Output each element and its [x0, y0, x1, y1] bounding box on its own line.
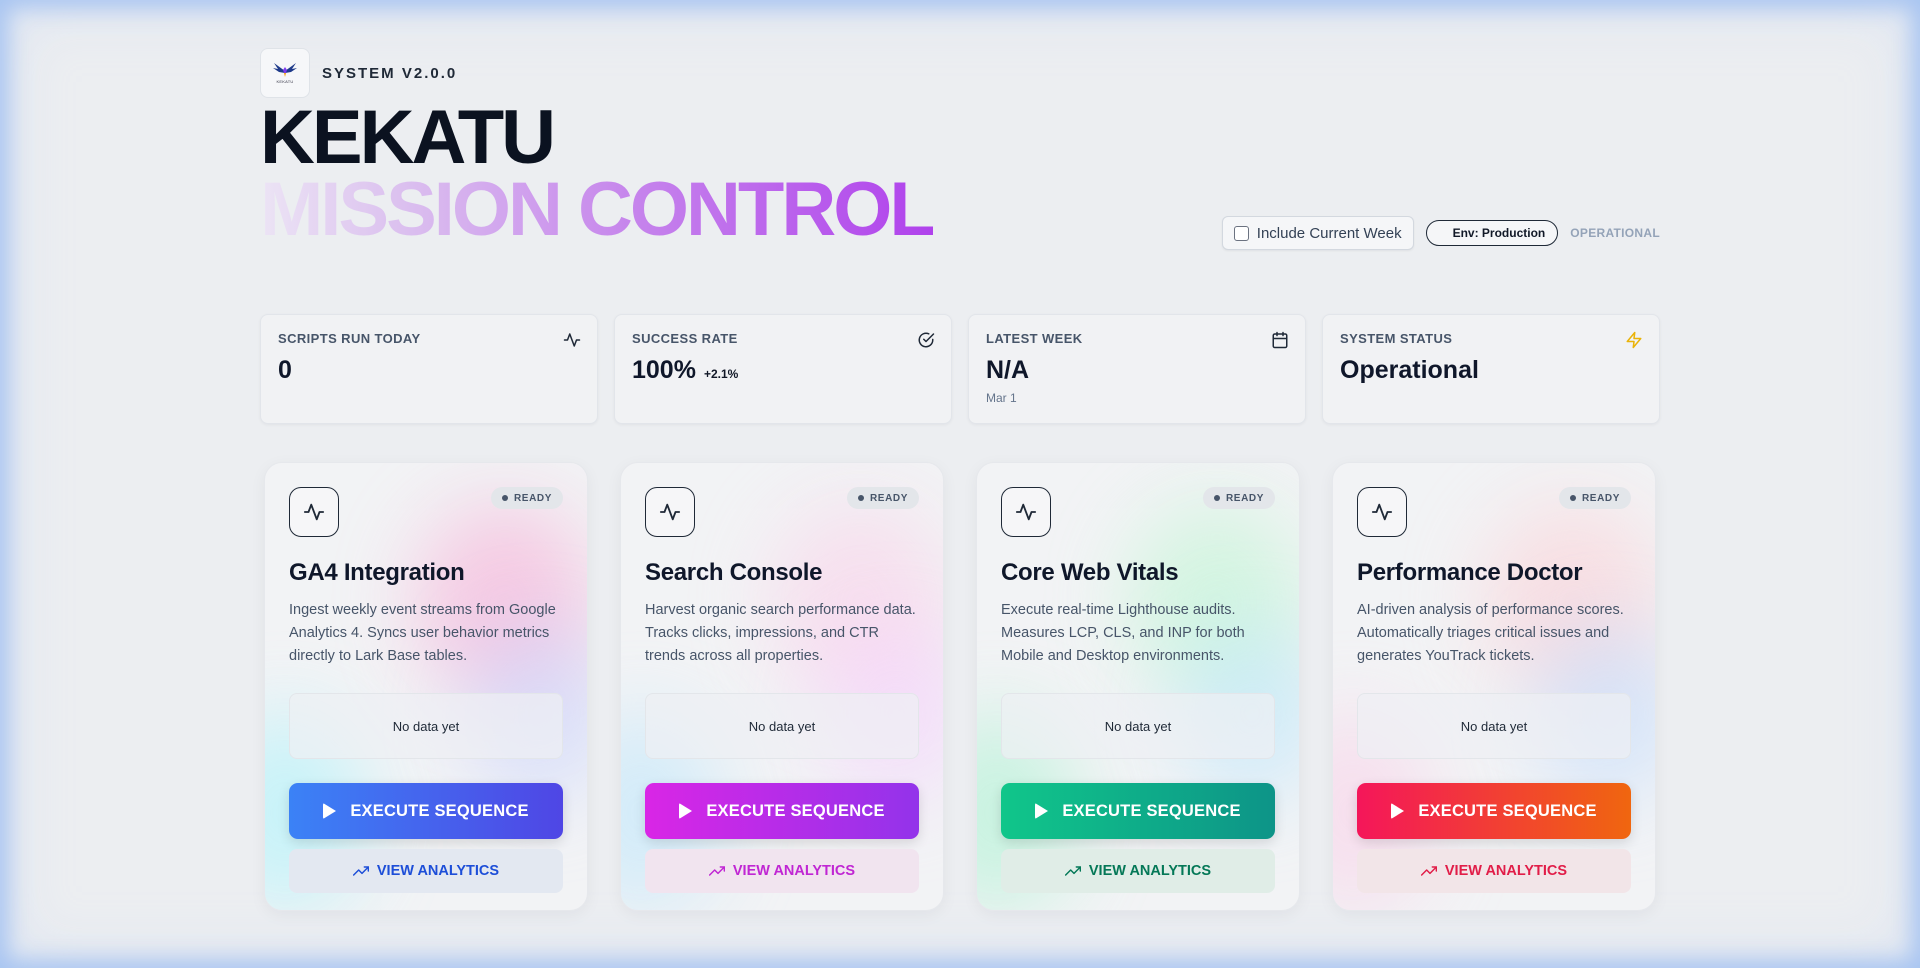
status-text: READY	[1581, 492, 1620, 504]
pulse-icon	[289, 487, 339, 537]
trending-up-icon	[352, 866, 369, 876]
status-badge: READY	[846, 487, 919, 509]
stat-value: 100% +2.1%	[632, 356, 934, 385]
execute-label: EXECUTE SEQUENCE	[1062, 801, 1241, 820]
stat-delta: +2.1%	[703, 367, 739, 381]
card-title: GA4 Integration	[289, 559, 465, 586]
stat-latest-week: LATEST WEEK N/A Mar 1	[968, 314, 1306, 424]
stat-value: 0	[278, 356, 580, 385]
module-card: READY Core Web Vitals Execute real-time …	[976, 462, 1300, 911]
stat-scripts-run: SCRIPTS RUN TODAY 0	[260, 314, 598, 424]
analytics-label: VIEW ANALYTICS	[1088, 863, 1212, 879]
analytics-label: VIEW ANALYTICS	[1444, 863, 1568, 879]
play-icon	[323, 803, 337, 819]
stat-value-text: N/A	[986, 356, 1030, 384]
include-week-label: Include Current Week	[1256, 224, 1402, 242]
execute-sequence-button[interactable]: EXECUTE SEQUENCE	[1357, 783, 1631, 839]
pulse-icon	[1357, 487, 1407, 537]
include-week-toggle[interactable]: Include Current Week	[1221, 216, 1414, 250]
play-icon	[679, 803, 693, 819]
stat-value-text: 100%	[632, 356, 696, 384]
execute-label: EXECUTE SEQUENCE	[1418, 801, 1597, 820]
stat-value: N/A	[986, 356, 1288, 385]
stat-label: SUCCESS RATE	[632, 331, 738, 346]
stat-value-text: Operational	[1340, 356, 1479, 384]
status-badge: OPERATIONAL	[1570, 226, 1660, 240]
trending-up-icon	[1420, 866, 1437, 876]
include-week-checkbox[interactable]	[1233, 225, 1249, 241]
play-icon	[1035, 803, 1049, 819]
card-description: Harvest organic search performance data.…	[645, 602, 916, 664]
header-controls: Include Current Week Env: Production OPE…	[1221, 216, 1660, 250]
view-analytics-button[interactable]: VIEW ANALYTICS	[289, 849, 563, 893]
card-title: Performance Doctor	[1357, 559, 1583, 586]
page-subtitle: MISSION CONTROL	[260, 167, 936, 252]
status-text: READY	[1225, 492, 1264, 504]
stat-success-rate: SUCCESS RATE 100% +2.1%	[614, 314, 952, 424]
trending-up-icon	[1064, 866, 1081, 876]
stat-system-status: SYSTEM STATUS Operational	[1322, 314, 1660, 424]
pulse-icon	[645, 487, 695, 537]
status-badge: READY	[490, 487, 563, 509]
view-analytics-button[interactable]: VIEW ANALYTICS	[1357, 849, 1631, 893]
execute-sequence-button[interactable]: EXECUTE SEQUENCE	[1001, 783, 1275, 839]
no-data-placeholder: No data yet	[645, 693, 919, 759]
system-version: SYSTEM V2.0.0	[322, 64, 458, 82]
stats-row: SCRIPTS RUN TODAY 0 SUCCESS RATE 100% +2…	[260, 314, 1660, 424]
card-title: Core Web Vitals	[1001, 559, 1179, 586]
trending-up-icon	[708, 866, 725, 876]
no-data-placeholder: No data yet	[289, 693, 563, 759]
execute-label: EXECUTE SEQUENCE	[706, 801, 885, 820]
env-selector[interactable]: Env: Production	[1425, 220, 1559, 246]
calendar-icon	[1272, 331, 1288, 349]
card-description: Execute real-time Lighthouse audits. Mea…	[1001, 602, 1245, 664]
execute-sequence-button[interactable]: EXECUTE SEQUENCE	[645, 783, 919, 839]
brand-row: KEKATU SYSTEM V2.0.0	[260, 48, 457, 98]
kekatu-logo: KEKATU	[260, 48, 310, 98]
view-analytics-button[interactable]: VIEW ANALYTICS	[645, 849, 919, 893]
status-badge: READY	[1558, 487, 1631, 509]
status-text: READY	[513, 492, 552, 504]
stat-subtext: Mar 1	[986, 391, 1017, 405]
card-title: Search Console	[645, 559, 823, 586]
pulse-icon	[1001, 487, 1051, 537]
analytics-label: VIEW ANALYTICS	[376, 863, 500, 879]
main-container: KEKATU SYSTEM V2.0.0 KEKATU MISSION CONT…	[260, 0, 1660, 968]
status-text: READY	[869, 492, 908, 504]
stat-value-text: 0	[278, 356, 292, 384]
stat-value: Operational	[1340, 356, 1642, 385]
check-circle-icon	[918, 332, 935, 348]
no-data-placeholder: No data yet	[1357, 693, 1631, 759]
module-cards: READY GA4 Integration Ingest weekly even…	[264, 462, 1656, 911]
analytics-label: VIEW ANALYTICS	[732, 863, 856, 879]
no-data-placeholder: No data yet	[1001, 693, 1275, 759]
execute-label: EXECUTE SEQUENCE	[350, 801, 529, 820]
card-description: Ingest weekly event streams from Google …	[289, 602, 556, 664]
lightning-icon	[1626, 331, 1642, 349]
activity-icon	[563, 333, 581, 347]
execute-sequence-button[interactable]: EXECUTE SEQUENCE	[289, 783, 563, 839]
stat-label: SYSTEM STATUS	[1340, 331, 1453, 346]
module-card: READY Search Console Harvest organic sea…	[620, 462, 944, 911]
module-card: READY GA4 Integration Ingest weekly even…	[264, 462, 588, 911]
logo-text: KEKATU	[276, 79, 294, 84]
view-analytics-button[interactable]: VIEW ANALYTICS	[1001, 849, 1275, 893]
status-badge: READY	[1202, 487, 1275, 509]
page-title: KEKATU	[260, 95, 556, 180]
play-icon	[1391, 803, 1405, 819]
module-card: READY Performance Doctor AI-driven analy…	[1332, 462, 1656, 911]
card-description: AI-driven analysis of performance scores…	[1357, 602, 1624, 664]
stat-label: SCRIPTS RUN TODAY	[278, 331, 421, 346]
stat-label: LATEST WEEK	[986, 331, 1083, 346]
bird-logo-icon	[273, 63, 297, 77]
